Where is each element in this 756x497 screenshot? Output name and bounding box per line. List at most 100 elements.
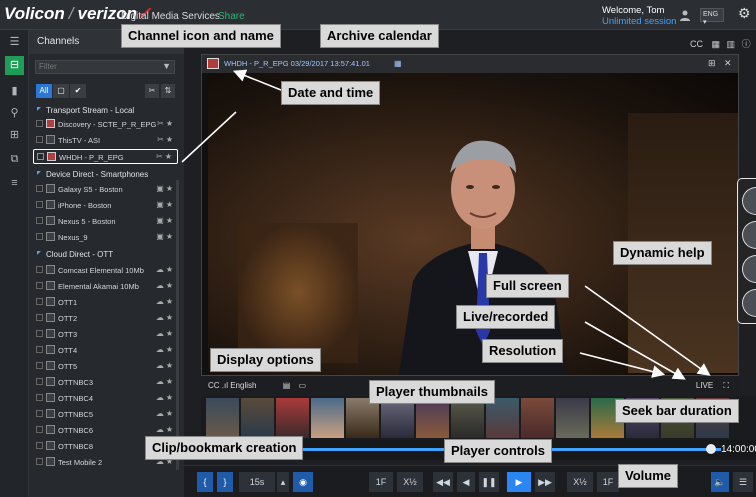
channel-row[interactable]: iPhone - Boston ▣★ (33, 198, 178, 213)
subtitle-icon[interactable]: ▤ (283, 381, 291, 390)
channel-row[interactable]: OTTNBC3 ☁★ (33, 375, 178, 390)
display-options[interactable]: CC .ıl English ▤ ▭ (208, 381, 306, 390)
select-checked-chip[interactable]: ✔ (70, 84, 86, 98)
slow-back-button[interactable]: X½ (397, 472, 423, 492)
fullscreen-icon[interactable]: ⛶ (723, 381, 729, 390)
thumbnail[interactable] (311, 398, 344, 438)
scissors-icon[interactable]: ✂ (145, 84, 159, 98)
row-actions[interactable]: ✂★ (156, 152, 174, 161)
search-icon[interactable]: ⚲ (5, 104, 24, 123)
channel-row[interactable]: ThisTV - ASI ✂★ (33, 133, 178, 148)
help-button-icon[interactable] (742, 289, 756, 317)
select-none-chip[interactable]: ▢ (53, 84, 69, 98)
channel-row[interactable]: OTTNBC5 ☁★ (33, 407, 178, 422)
info-icon[interactable]: ⓘ (742, 39, 751, 49)
row-actions[interactable]: ▣★ (156, 184, 175, 193)
channel-row[interactable]: OTT4 ☁★ (33, 343, 178, 358)
channel-row[interactable]: OTTNBC4 ☁★ (33, 391, 178, 406)
thumbnail[interactable] (346, 398, 379, 438)
camera-icon[interactable]: ◉ (293, 472, 313, 492)
group-cloud-direct[interactable]: Cloud Direct - OTT (37, 250, 113, 259)
help-button-icon[interactable] (742, 255, 756, 283)
export-icon[interactable]: ⧉ (5, 150, 24, 169)
channel-row[interactable]: OTT2 ☁★ (33, 311, 178, 326)
user-icon[interactable] (679, 9, 691, 21)
row-actions[interactable]: ▣★ (156, 200, 175, 209)
slow-forward-button[interactable]: X½ (567, 472, 593, 492)
pause-icon[interactable]: ❚❚ (479, 472, 499, 492)
channel-row[interactable]: Galaxy S5 - Boston ▣★ (33, 182, 178, 197)
live-indicator[interactable]: LIVE (696, 381, 713, 390)
channels-icon[interactable]: ⊟ (5, 56, 24, 75)
step-back-1f-button[interactable]: 1F (369, 472, 393, 492)
clip-end-button[interactable]: } (217, 472, 233, 492)
row-actions[interactable]: ☁★ (156, 361, 175, 370)
row-actions[interactable]: ▣★ (156, 232, 175, 241)
thumbnail[interactable] (241, 398, 274, 438)
bookmark-icon[interactable]: ▮ (5, 82, 24, 101)
split-layout-icon[interactable]: ▥ (727, 39, 736, 49)
thumbnail[interactable] (206, 398, 239, 438)
close-icon[interactable]: ✕ (724, 58, 732, 69)
step-forward-1f-button[interactable]: 1F (597, 472, 619, 492)
menu-icon[interactable]: ☰ (5, 33, 24, 52)
row-actions[interactable]: ☁★ (156, 425, 175, 434)
help-button-icon[interactable] (742, 221, 756, 249)
row-actions[interactable]: ☁★ (156, 393, 175, 402)
channel-row[interactable]: Discovery - SCTE_P_R_EPG ✂★ (33, 117, 178, 132)
group-device-direct[interactable]: Device Direct - Smartphones (37, 170, 148, 179)
funnel-icon[interactable]: ▼ (162, 61, 171, 71)
video-frame[interactable] (208, 73, 738, 375)
help-button-icon[interactable] (742, 187, 756, 215)
interval-select[interactable]: 15s (239, 472, 275, 492)
interval-stepper[interactable]: ▴ (277, 472, 289, 492)
row-actions[interactable]: ☁★ (156, 329, 175, 338)
thumbnail[interactable] (486, 398, 519, 438)
row-actions[interactable]: ☁★ (156, 265, 175, 274)
reverse-icon[interactable]: ◀ (457, 472, 475, 492)
grid-layout-icon[interactable]: ▦ (712, 39, 721, 49)
row-actions[interactable]: ☁★ (156, 345, 175, 354)
screen-icon[interactable]: ▭ (299, 381, 307, 390)
thumbnail[interactable] (276, 398, 309, 438)
checkbox-checked[interactable] (37, 153, 44, 160)
gear-icon[interactable]: ⚙ (738, 5, 751, 22)
seek-handle[interactable] (706, 444, 716, 454)
list-icon[interactable]: ≡ (5, 174, 24, 193)
thumbnail[interactable] (416, 398, 449, 438)
share-link[interactable]: Share (218, 11, 245, 22)
volume-icon[interactable]: 🔈 (711, 472, 729, 492)
cc-toggle[interactable]: CC (690, 39, 703, 49)
row-actions[interactable]: ▣★ (156, 216, 175, 225)
channel-row[interactable]: Nexus 5 - Boston ▣★ (33, 214, 178, 229)
group-transport-stream[interactable]: Transport Stream - Local (37, 106, 134, 115)
channel-row-selected[interactable]: WHDH - P_R_EPG ✂★ (33, 149, 178, 164)
thumbnail[interactable] (451, 398, 484, 438)
calendar-icon[interactable]: ▦ (394, 59, 402, 68)
rewind-icon[interactable]: ◀◀ (433, 472, 453, 492)
caption-audio-options[interactable]: CC .ıl English (208, 381, 256, 390)
select-all-chip[interactable]: All (36, 84, 52, 98)
settings-icon[interactable]: ☰ (733, 472, 753, 492)
row-actions[interactable]: ☁★ (156, 377, 175, 386)
thumbnail[interactable] (381, 398, 414, 438)
row-actions[interactable]: ☁★ (156, 313, 175, 322)
language-select[interactable]: ENG ▾ (700, 8, 724, 26)
row-actions[interactable]: ☁★ (156, 409, 175, 418)
row-actions[interactable]: ✂★ (157, 119, 175, 128)
channel-row[interactable]: OTT5 ☁★ (33, 359, 178, 374)
channel-row[interactable]: OTT3 ☁★ (33, 327, 178, 342)
clip-start-button[interactable]: { (197, 472, 213, 492)
thumbnail[interactable] (556, 398, 589, 438)
dynamic-help-panel[interactable] (737, 178, 756, 324)
thumbnail[interactable] (521, 398, 554, 438)
row-actions[interactable]: ☁★ (156, 297, 175, 306)
channel-row[interactable]: Comcast Elemental 10Mb ☁★ (33, 263, 178, 278)
sort-icon[interactable]: ⇅ (161, 84, 175, 98)
expand-icon[interactable]: ⊞ (708, 58, 716, 69)
channel-list-scrollbar[interactable] (176, 180, 179, 470)
play-icon[interactable]: ▶ (507, 472, 531, 492)
row-actions[interactable]: ✂★ (157, 135, 175, 144)
layout-icon[interactable]: ⊞ (5, 126, 24, 145)
filter-input[interactable]: Filter ▼ (35, 60, 175, 74)
